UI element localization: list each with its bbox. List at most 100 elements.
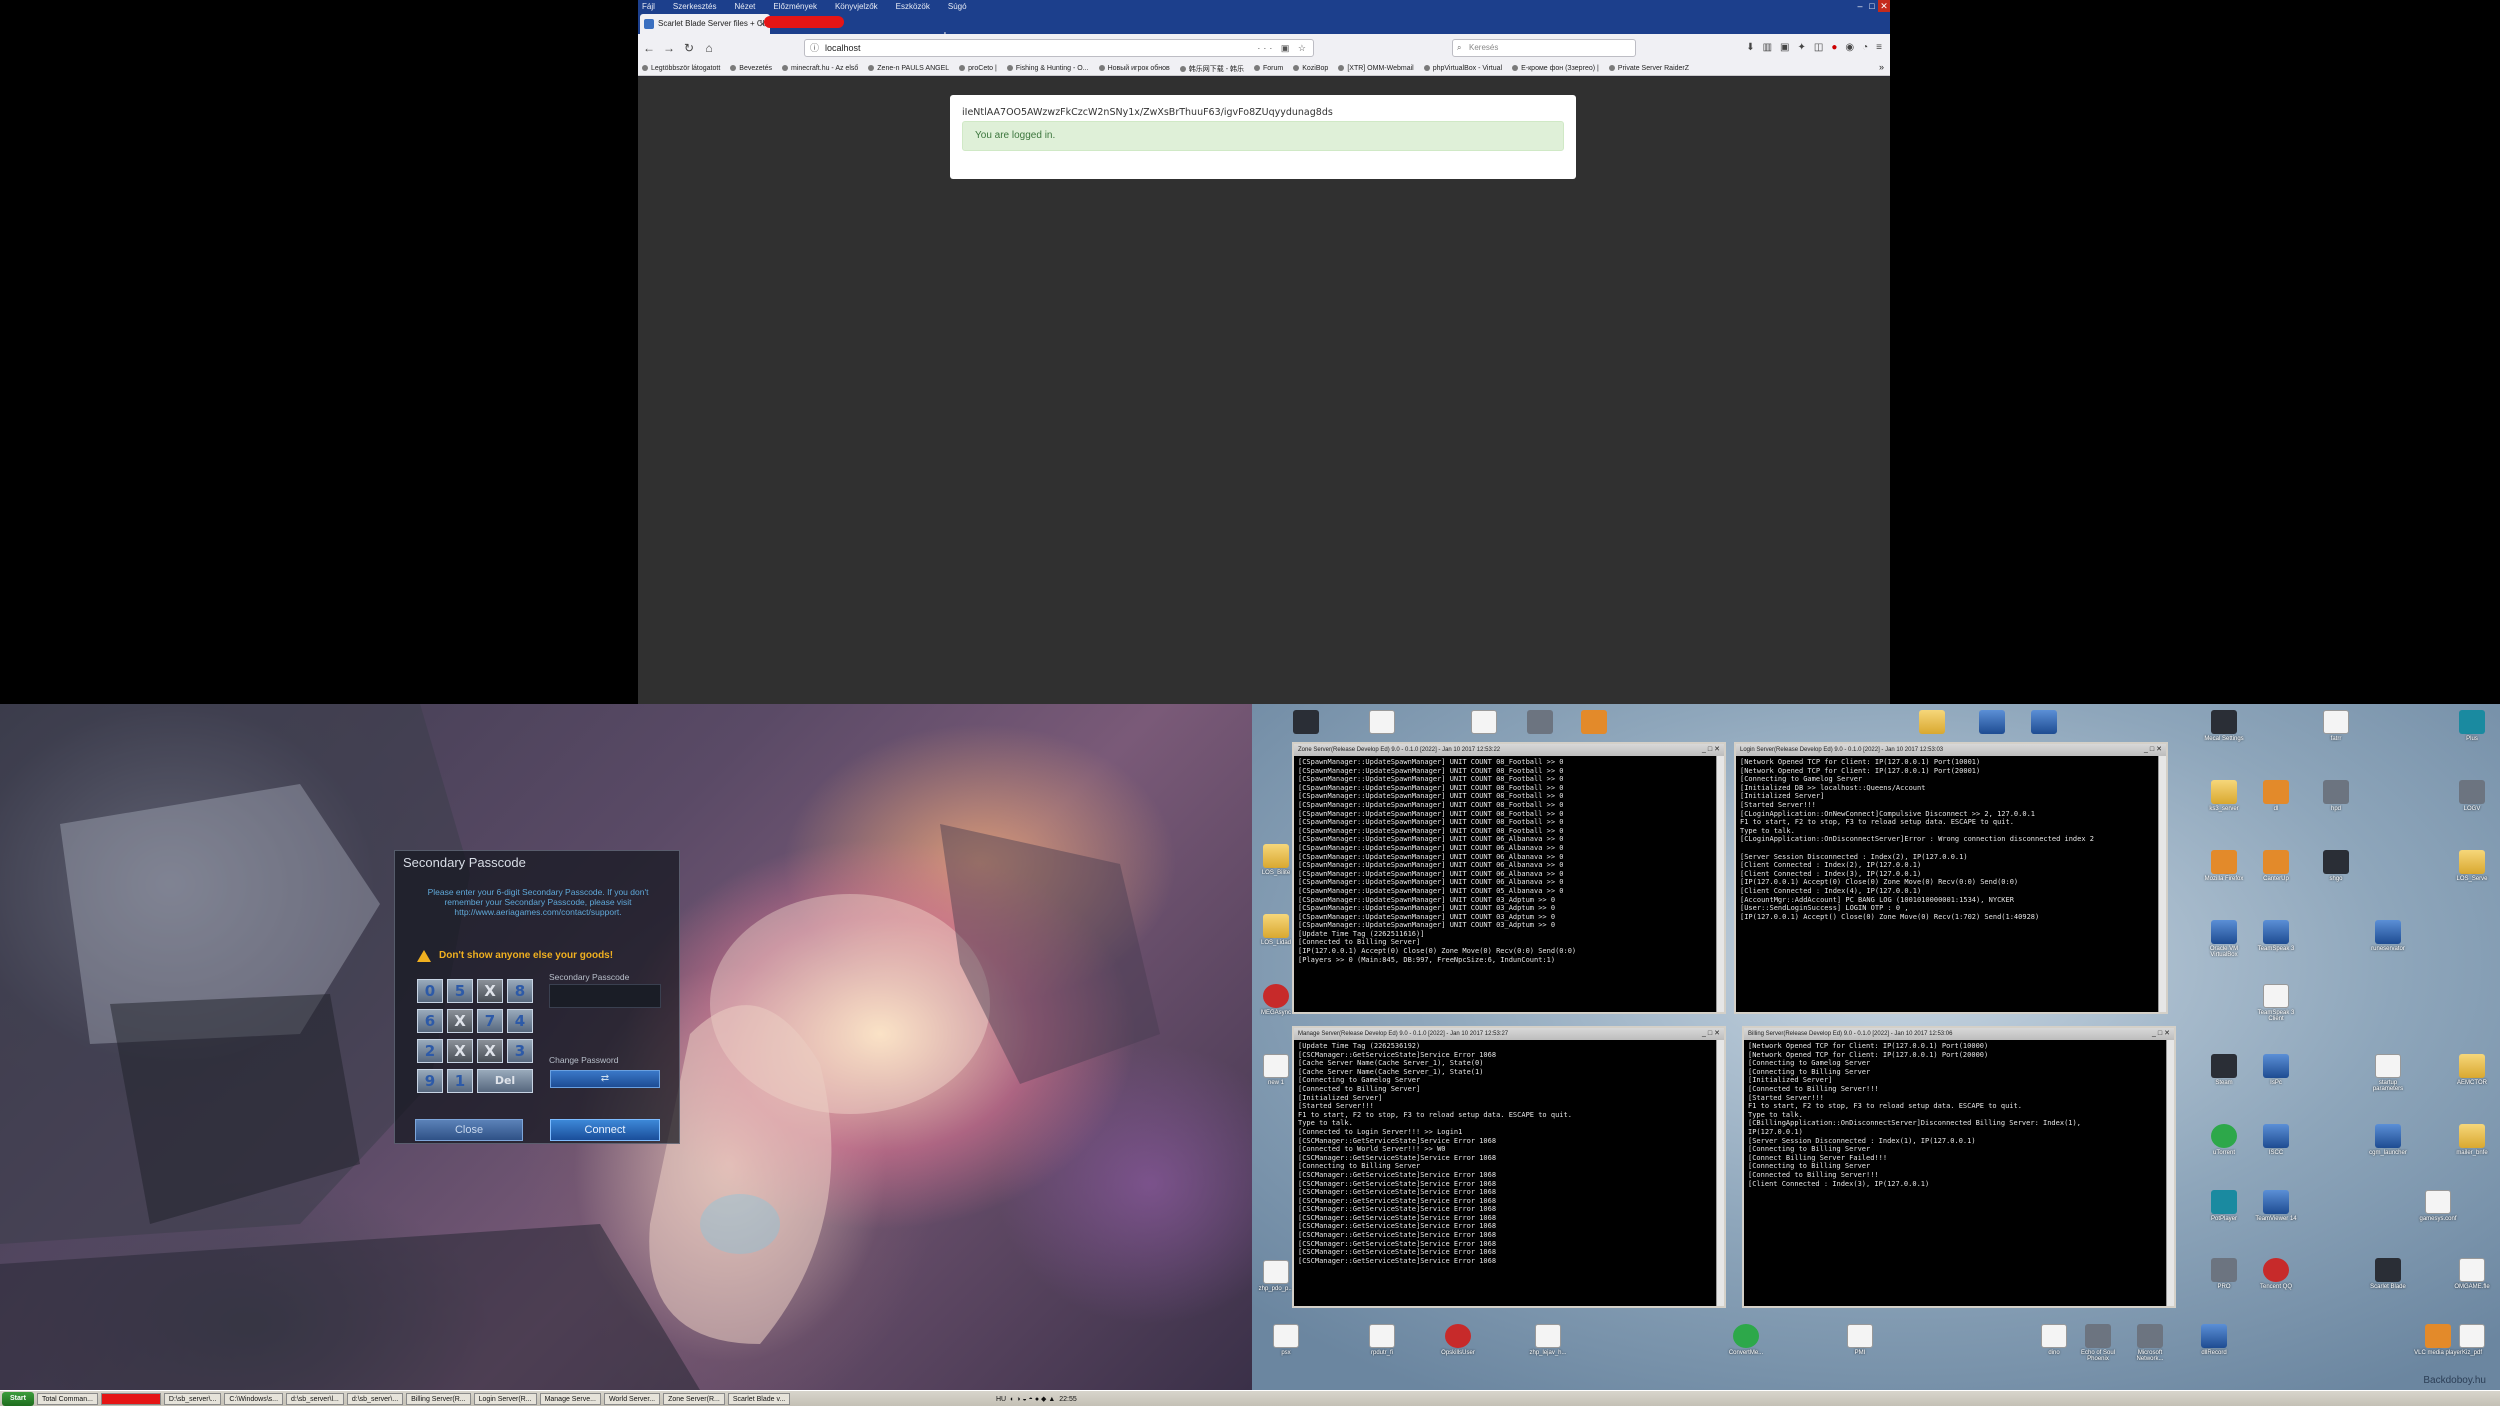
desktop-icon[interactable]: [1460, 710, 1508, 736]
delete-key[interactable]: Del: [477, 1069, 533, 1093]
taskbar-item[interactable]: d:\sb_server\l...: [286, 1392, 344, 1405]
desktop-icon[interactable]: dllRecord: [2190, 1324, 2238, 1356]
menu-help[interactable]: Súgó: [948, 2, 967, 11]
close-icon[interactable]: ✕: [1878, 0, 1890, 12]
desktop-icon[interactable]: PMI: [1836, 1324, 1884, 1356]
console-scrollbar[interactable]: [1716, 756, 1724, 1012]
desktop-icon[interactable]: Mecal Settings: [2200, 710, 2248, 742]
library-icon[interactable]: ▥: [1763, 42, 1772, 53]
reload-icon[interactable]: ↻: [680, 41, 698, 55]
desktop-icon[interactable]: [1516, 710, 1564, 736]
console-window-buttons-icon[interactable]: _□✕: [2152, 1029, 2172, 1039]
page-actions-icon[interactable]: ··· ▣ ☆: [1257, 40, 1309, 56]
zone-server-console[interactable]: Zone Server(Release Develop Ed) 9.0 - 0.…: [1292, 742, 1726, 1014]
screenshot-icon[interactable]: ◫: [1814, 42, 1823, 53]
desktop-icon[interactable]: LOGV: [2448, 780, 2496, 812]
desktop-icon[interactable]: LOS_Serve: [2448, 850, 2496, 882]
desktop-icon[interactable]: Echo of Soul Phoenix: [2074, 1324, 2122, 1362]
keypad-key[interactable]: 9: [417, 1069, 443, 1093]
desktop-icon[interactable]: ISCC: [2252, 1124, 2300, 1156]
desktop-icon[interactable]: [2020, 710, 2068, 736]
desktop-icon[interactable]: Oracle VM VirtualBox: [2200, 920, 2248, 958]
desktop-icon[interactable]: Steam: [2200, 1054, 2248, 1086]
desktop-icon[interactable]: dino: [2030, 1324, 2078, 1356]
forward-icon[interactable]: →: [660, 41, 678, 55]
url-bar[interactable]: ⓘ localhost ··· ▣ ☆: [804, 39, 1314, 57]
desktop-icon[interactable]: mailer_bnfe: [2448, 1124, 2496, 1156]
bookmark-item[interactable]: E-кроме фон (Ззергео) |: [1512, 65, 1599, 72]
bookmark-item[interactable]: Zene-n PAULS ANGEL: [868, 65, 949, 72]
desktop-icon[interactable]: [1282, 710, 1330, 736]
console-titlebar[interactable]: Login Server(Release Develop Ed) 9.0 - 0…: [1736, 744, 2166, 756]
console-scrollbar[interactable]: [2158, 756, 2166, 1012]
minimize-icon[interactable]: –: [1854, 0, 1866, 12]
keypad-key[interactable]: 6: [417, 1009, 443, 1033]
menu-view[interactable]: Nézet: [734, 2, 755, 11]
taskbar-item-redacted[interactable]: [100, 1392, 161, 1405]
info-icon[interactable]: ⓘ: [810, 40, 819, 56]
connect-button[interactable]: Connect: [550, 1119, 660, 1141]
desktop-icon[interactable]: Mozilla Firefox: [2200, 850, 2248, 882]
account-icon[interactable]: ◔: [1862, 42, 1868, 53]
desktop-icon[interactable]: OpskillsUser: [1434, 1324, 1482, 1356]
desktop-icon[interactable]: [1358, 710, 1406, 736]
keypad-key[interactable]: 1: [447, 1069, 473, 1093]
keypad-key[interactable]: 8: [507, 979, 533, 1003]
taskbar-item[interactable]: Scarlet Blade v...: [727, 1392, 791, 1405]
bookmark-item[interactable]: Новый игрок обнов: [1099, 65, 1170, 72]
desktop-icon[interactable]: ks3_server: [2200, 780, 2248, 812]
desktop-icon[interactable]: ConvertMe...: [1722, 1324, 1770, 1356]
desktop-icon[interactable]: fatrr: [2312, 710, 2360, 742]
console-scrollbar[interactable]: [1716, 1040, 1724, 1306]
desktop-icon[interactable]: Microsoft Network...: [2126, 1324, 2174, 1362]
bookmark-item[interactable]: phpVirtualBox - Virtual: [1424, 65, 1502, 72]
support-link[interactable]: http://www.aeriagames.com/contact/suppor…: [405, 907, 671, 917]
desktop-icon[interactable]: Plus: [2448, 710, 2496, 742]
desktop-icon[interactable]: uTorrent: [2200, 1124, 2248, 1156]
bookmark-item[interactable]: minecraft.hu - Az első: [782, 65, 858, 72]
desktop-icon[interactable]: [1908, 710, 1956, 736]
keypad-key[interactable]: 7: [477, 1009, 503, 1033]
console-window-buttons-icon[interactable]: _□✕: [2144, 745, 2164, 755]
close-button[interactable]: Close: [415, 1119, 523, 1141]
desktop-icon[interactable]: [1968, 710, 2016, 736]
bookmark-item[interactable]: proCeto |: [959, 65, 997, 72]
keypad-key[interactable]: 0: [417, 979, 443, 1003]
bookmark-item[interactable]: [XTR] OMM-Webmail: [1338, 65, 1413, 72]
menu-file[interactable]: Fájl: [642, 2, 655, 11]
home-icon[interactable]: ⌂: [700, 41, 718, 55]
taskbar-item[interactable]: World Server...: [603, 1392, 661, 1405]
console-window-buttons-icon[interactable]: _□✕: [1702, 1029, 1722, 1039]
addon2-icon[interactable]: ◉: [1845, 42, 1854, 53]
desktop-icon[interactable]: dl: [2252, 780, 2300, 812]
desktop-icon[interactable]: TeamSpeak 3 Client: [2252, 984, 2300, 1022]
taskbar-item[interactable]: C:\Windows\s...: [224, 1392, 284, 1405]
desktop-icon[interactable]: zhp_lejav_h...: [1524, 1324, 1572, 1356]
desktop-icon[interactable]: AEMCTOR: [2448, 1054, 2496, 1086]
download-icon[interactable]: ⬇: [1746, 42, 1754, 53]
bookmark-item[interactable]: Fishing & Hunting - O...: [1007, 65, 1089, 72]
desktop-icon[interactable]: startup parameters: [2364, 1054, 2412, 1092]
language-indicator[interactable]: HU: [996, 1396, 1006, 1403]
desktop-icon[interactable]: hpd: [2312, 780, 2360, 812]
back-icon[interactable]: ←: [640, 41, 658, 55]
console-window-buttons-icon[interactable]: _□✕: [1702, 745, 1722, 755]
desktop-icon[interactable]: TeamSpeak 3: [2252, 920, 2300, 952]
desktop-icon[interactable]: gamesys.conf: [2414, 1190, 2462, 1222]
desktop-icon[interactable]: Tencent QQ: [2252, 1258, 2300, 1290]
bookmark-item[interactable]: Forum: [1254, 65, 1283, 72]
taskbar-item[interactable]: Login Server(R...: [473, 1392, 537, 1405]
console-titlebar[interactable]: Billing Server(Release Develop Ed) 9.0 -…: [1744, 1028, 2174, 1040]
desktop-icon[interactable]: TeamViewer 14: [2252, 1190, 2300, 1222]
desktop-icon[interactable]: psx: [1262, 1324, 1310, 1356]
billing-server-console[interactable]: Billing Server(Release Develop Ed) 9.0 -…: [1742, 1026, 2176, 1308]
tab-scarlet-blade[interactable]: Scarlet Blade Server files + Client ✕: [640, 14, 770, 34]
menu-history[interactable]: Előzmények: [773, 2, 817, 11]
console-titlebar[interactable]: Zone Server(Release Develop Ed) 9.0 - 0.…: [1294, 744, 1724, 756]
bookmark-item[interactable]: 韩乐网下载 - 韩乐: [1180, 64, 1244, 74]
keypad-key[interactable]: 4: [507, 1009, 533, 1033]
taskbar-item[interactable]: Billing Server(R...: [406, 1392, 471, 1405]
keypad-key[interactable]: 3: [507, 1039, 533, 1063]
maximize-icon[interactable]: □: [1866, 0, 1878, 12]
extension-icon[interactable]: ✦: [1797, 42, 1805, 53]
